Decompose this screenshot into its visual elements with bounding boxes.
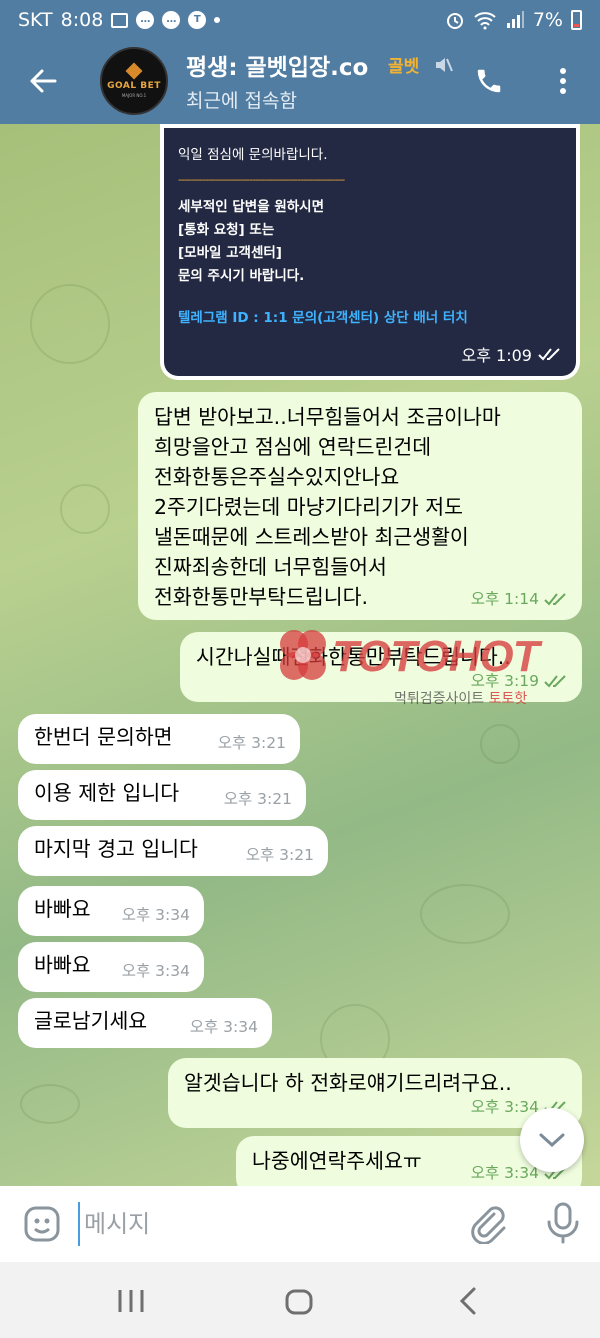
message-meta: 오후 3:21 [224, 784, 292, 814]
message-time: 오후 3:34 [189, 1018, 258, 1036]
message-notification-icon: … [136, 11, 155, 29]
watermark-brand: TOTOHOT [332, 632, 539, 681]
status-bar: SKT 8:08 … … T 7% [0, 0, 600, 40]
message-meta: 오후 3:34 [122, 900, 190, 930]
message-meta: 오후 3:21 [246, 840, 314, 870]
image-message-content: 익일 점심에 문의바랍니다. -------------------------… [164, 128, 576, 376]
double-check-icon [544, 593, 566, 606]
avatar-logo-text: GOAL BET [107, 80, 161, 91]
more-vertical-icon [560, 68, 566, 94]
message-time: 오후 1:09 [461, 346, 532, 365]
signal-icon [506, 11, 524, 28]
chat-title[interactable]: 평생: 골벳입장.co [186, 48, 396, 82]
carrier-label: SKT [18, 9, 53, 31]
chat-area[interactable]: 익일 점심에 문의바랍니다. -------------------------… [0, 124, 600, 1186]
arrow-left-icon [30, 69, 57, 93]
message-time: 오후 1:14 [470, 590, 539, 608]
double-check-icon [538, 348, 560, 361]
image-text-line: 세부적인 답변을 원하시면 [178, 199, 325, 215]
wallpaper-doodle [20, 1084, 80, 1124]
logo-icon [125, 62, 143, 79]
outgoing-message[interactable]: 알겟습니다 하 전화로얘기드리려구요.. 오후 3:34 [168, 1058, 582, 1128]
back-button[interactable] [18, 56, 68, 106]
incoming-message[interactable]: 마지막 경고 입니다 오후 3:21 [18, 826, 328, 876]
battery-icon [571, 10, 582, 30]
wallpaper-doodle [60, 484, 110, 534]
outgoing-message[interactable]: 답변 받아보고..너무힘들어서 조금이나마 희망을안고 점심에 연락드린건데 전… [138, 392, 582, 620]
watermark-logo-icon [280, 630, 326, 680]
message-meta: 오후 3:21 [218, 728, 286, 758]
more-notifications-icon [214, 17, 221, 23]
status-time: 8:08 [60, 9, 104, 31]
message-time: 오후 3:21 [217, 734, 286, 752]
message-meta: 오후 1:09 [462, 342, 562, 366]
scroll-to-bottom-button[interactable] [520, 1108, 584, 1172]
incoming-message[interactable]: 이용 제한 입니다 오후 3:21 [18, 770, 306, 820]
watermark-subtitle: 먹튀검증사이트 토토핫 [394, 688, 527, 708]
title-badge: 골벳 [388, 57, 420, 77]
system-navigation-bar [0, 1262, 600, 1338]
battery-percent: 7% [532, 9, 563, 31]
more-menu-button[interactable] [540, 58, 586, 104]
microphone-icon[interactable] [544, 1202, 582, 1244]
message-time: 오후 3:34 [121, 962, 190, 980]
message-time: 오후 3:21 [223, 790, 292, 808]
image-text-line: 익일 점심에 문의바랍니다. [178, 147, 328, 163]
message-input-bar [0, 1186, 600, 1262]
image-separator: ----------------------------------------… [178, 173, 345, 186]
image-text-highlight: 텔레그램 ID : 1:1 문의(고객센터) 상단 배너 터치 [178, 310, 468, 326]
chevron-down-icon [539, 1133, 565, 1148]
mute-icon [436, 58, 453, 72]
avatar[interactable]: GOAL BET MAJOR NO.1 [100, 47, 168, 115]
wallpaper-doodle [420, 884, 510, 944]
alarm-icon [446, 13, 463, 29]
phone-icon [477, 69, 501, 93]
recent-apps-icon[interactable] [114, 1288, 148, 1314]
message-text-line: 전화한통은주실수있지안나요 [154, 465, 400, 489]
message-meta: 오후 1:14 [471, 584, 568, 614]
wallpaper-doodle [30, 284, 110, 364]
watermark-sub-accent: 토토핫 [488, 691, 528, 707]
watermark: TOTOHOT 먹튀검증사이트 토토핫 [276, 626, 596, 712]
last-seen-status: 최근에 접속함 [186, 90, 297, 112]
watermark-sub-text: 먹튀검증사이트 [394, 691, 485, 707]
message-text-line: 낼돈때문에 스트레스받아 최근생활이 [154, 525, 469, 549]
incoming-message[interactable]: 한번더 문의하면 오후 3:21 [18, 714, 300, 764]
home-icon[interactable] [284, 1288, 314, 1316]
image-text-line: 문의 주시기 바랍니다. [178, 268, 305, 284]
back-nav-icon[interactable] [454, 1286, 484, 1316]
gallery-notification-icon [111, 12, 129, 28]
message-time: 오후 3:34 [121, 906, 190, 924]
avatar-logo-subtext: MAJOR NO.1 [121, 92, 147, 98]
message-notification-icon: … [162, 11, 181, 29]
message-meta: 오후 3:34 [190, 1012, 258, 1042]
message-text-line: 진짜죄송한데 너무힘들어서 [154, 555, 387, 579]
incoming-message[interactable]: 바빠요 오후 3:34 [18, 886, 204, 936]
wifi-icon [474, 12, 496, 30]
message-text-line: 답변 받아보고..너무힘들어서 조금이나마 [154, 405, 501, 429]
chat-header: GOAL BET MAJOR NO.1 평생: 골벳입장.co 골벳 최근에 접… [0, 40, 600, 124]
image-message[interactable]: 익일 점심에 문의바랍니다. -------------------------… [160, 124, 580, 380]
image-text-line: [모바일 고객센터] [178, 245, 282, 261]
sticker-icon[interactable] [22, 1204, 62, 1244]
message-input[interactable] [78, 1202, 458, 1246]
paperclip-icon[interactable] [466, 1202, 508, 1244]
incoming-message[interactable]: 바빠요 오후 3:34 [18, 942, 204, 992]
incoming-message[interactable]: 글로남기세요 오후 3:34 [18, 998, 272, 1048]
talk-notification-icon: T [188, 11, 207, 29]
wallpaper-doodle [480, 724, 520, 764]
message-text-line: 2주기다렸는데 마냥기다리기가 저도 [154, 495, 463, 519]
message-text-line: 희망을안고 점심에 연락드린건데 [154, 435, 432, 459]
message-time: 오후 3:21 [245, 846, 314, 864]
call-button[interactable] [466, 58, 512, 104]
image-text-line: [통화 요청] 또는 [178, 222, 275, 238]
message-meta: 오후 3:34 [122, 956, 190, 986]
